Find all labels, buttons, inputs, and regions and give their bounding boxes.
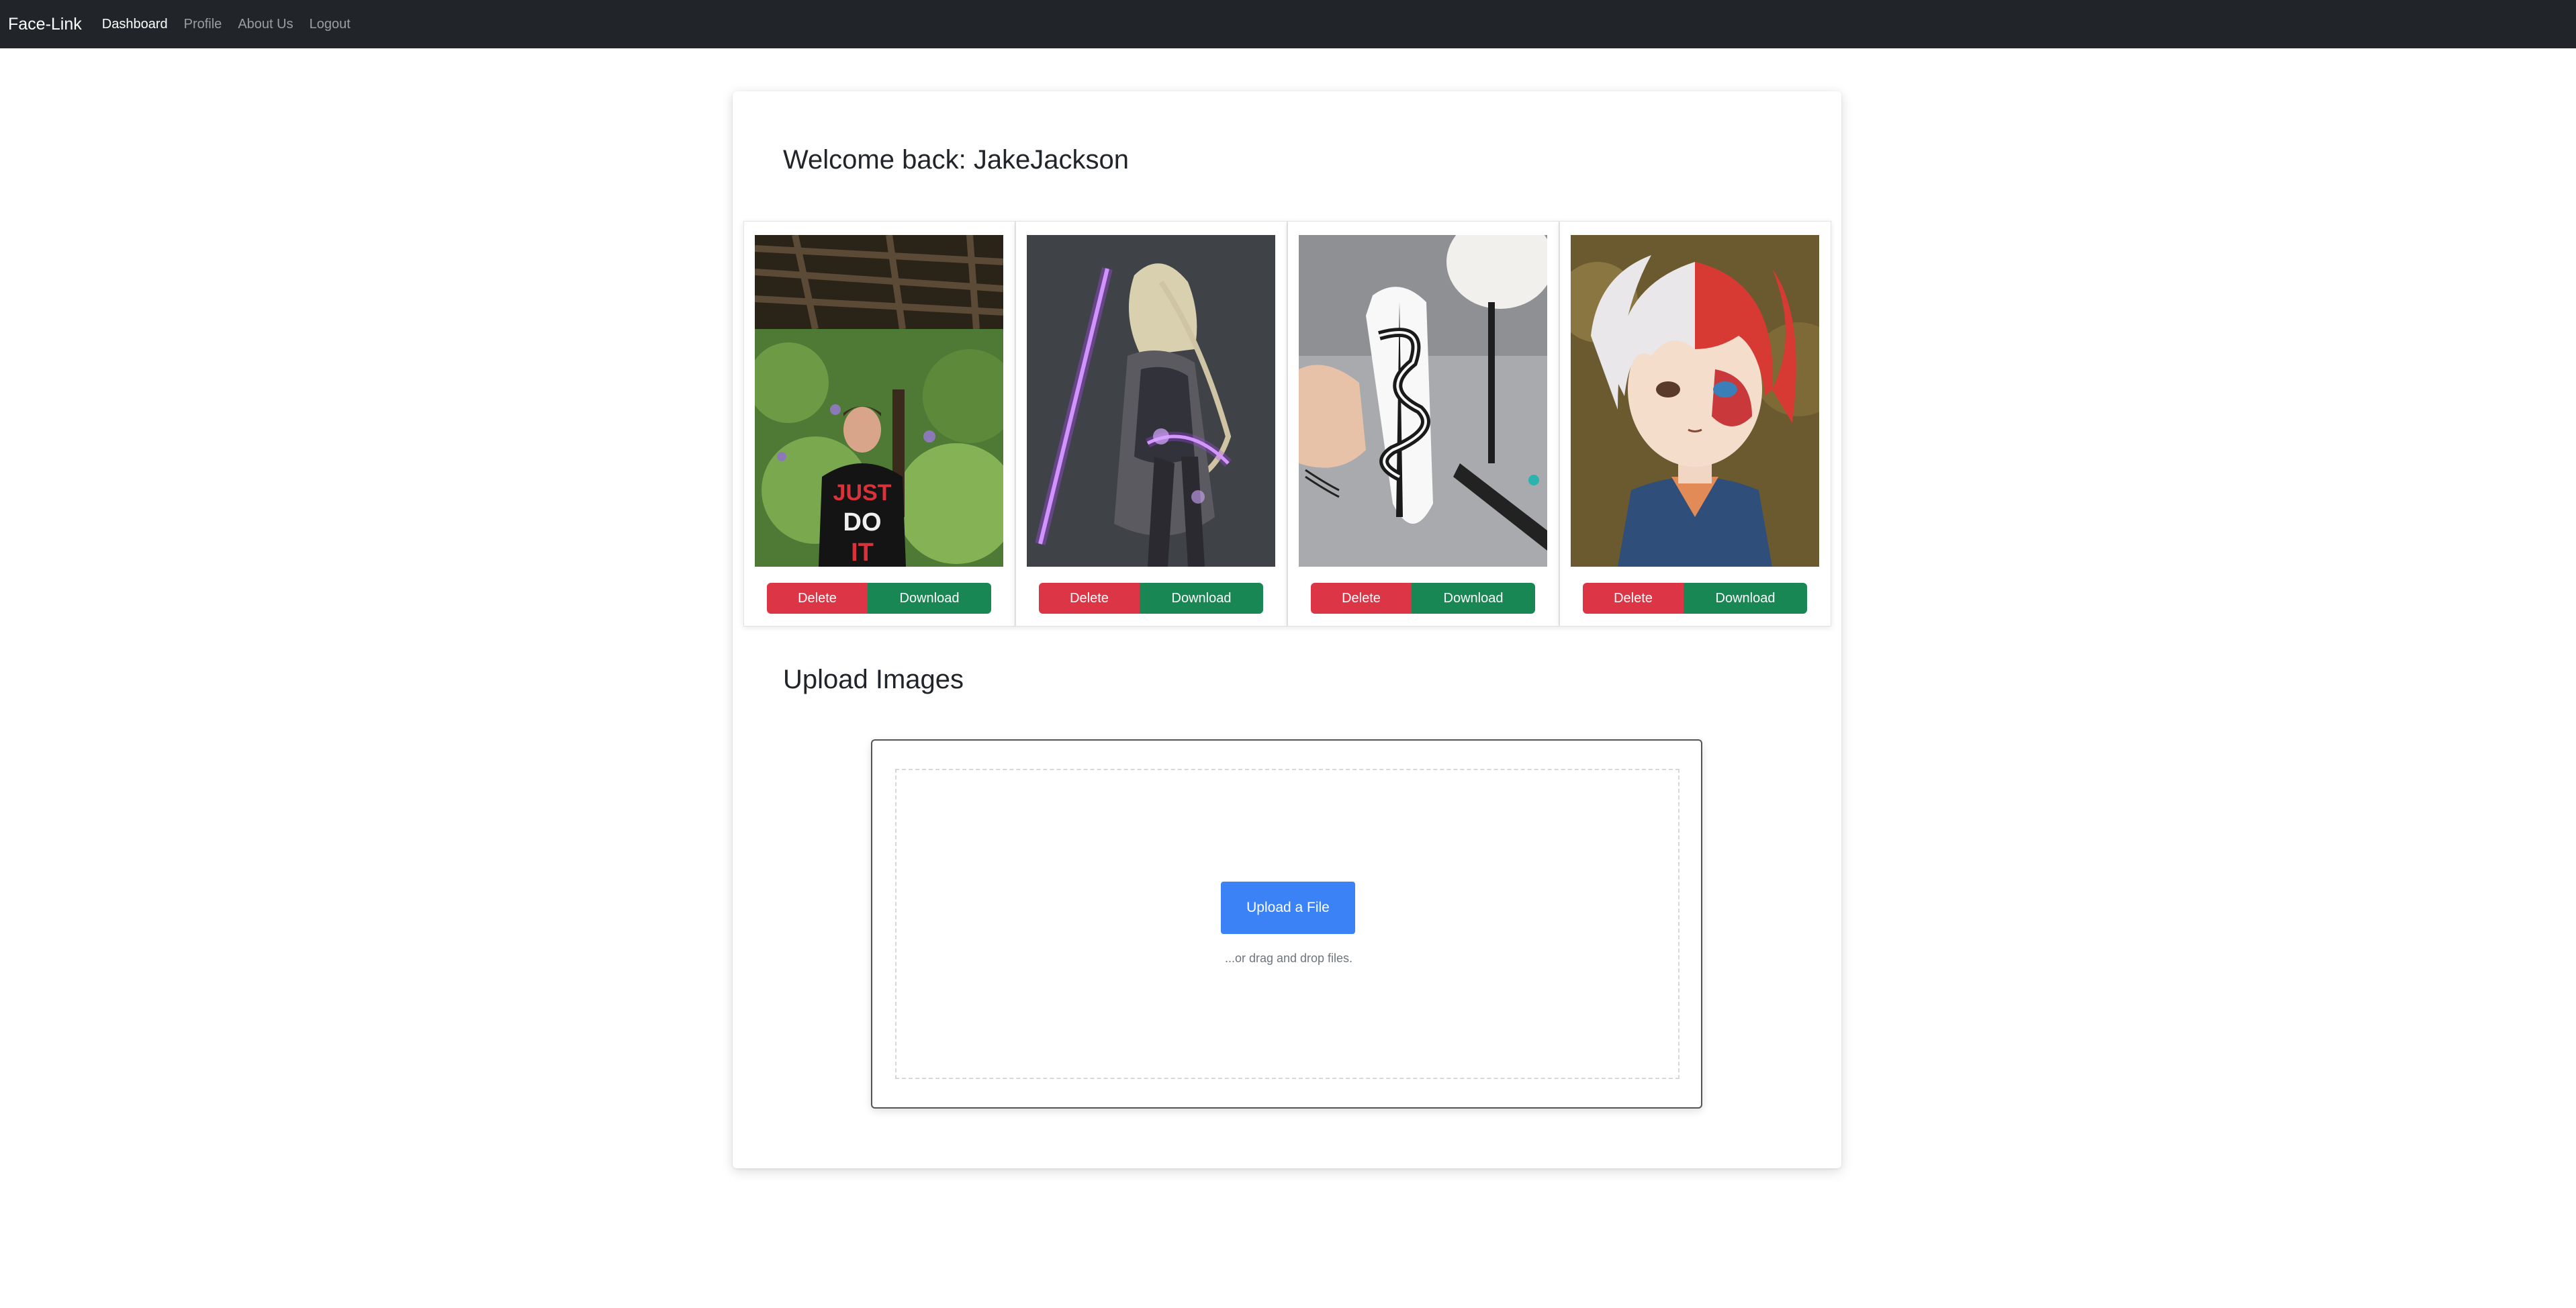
- svg-text:JUST: JUST: [833, 480, 892, 506]
- download-button[interactable]: Download: [1684, 583, 1807, 614]
- drag-drop-hint: ...or drag and drop files.: [1224, 951, 1353, 965]
- upload-file-button[interactable]: Upload a File: [1221, 882, 1355, 934]
- upload-heading: Upload Images: [783, 665, 964, 694]
- download-button[interactable]: Download: [1412, 583, 1535, 614]
- delete-button[interactable]: Delete: [1311, 583, 1412, 614]
- drop-zone[interactable]: Upload a File ...or drag and drop files.: [895, 769, 1680, 1079]
- delete-button[interactable]: Delete: [767, 583, 868, 614]
- image-actions: Delete Download: [1583, 583, 1807, 614]
- nav-profile[interactable]: Profile: [184, 17, 222, 32]
- image-thumbnail-person[interactable]: JUST DO IT: [755, 235, 1003, 567]
- image-actions: Delete Download: [1311, 583, 1535, 614]
- image-card: Delete Download: [1559, 221, 1831, 626]
- nav-logout[interactable]: Logout: [310, 17, 351, 32]
- nav-dashboard[interactable]: Dashboard: [102, 17, 168, 32]
- image-card: Delete Download: [1287, 221, 1559, 626]
- dashboard-card: Welcome back: JakeJackson JUST DO IT Del…: [733, 91, 1841, 1168]
- top-navbar: Face-Link Dashboard Profile About Us Log…: [0, 0, 2576, 48]
- welcome-prefix: Welcome back:: [783, 145, 974, 175]
- delete-button[interactable]: Delete: [1583, 583, 1684, 614]
- nav-about-us[interactable]: About Us: [238, 17, 293, 32]
- download-button[interactable]: Download: [868, 583, 991, 614]
- image-actions: Delete Download: [1039, 583, 1263, 614]
- image-card: Delete Download: [1015, 221, 1287, 626]
- delete-button[interactable]: Delete: [1039, 583, 1140, 614]
- image-card: JUST DO IT Delete Download: [743, 221, 1015, 626]
- image-actions: Delete Download: [767, 583, 991, 614]
- image-thumbnail-anime[interactable]: [1571, 235, 1819, 567]
- upload-panel: Upload a File ...or drag and drop files.: [871, 739, 1702, 1109]
- image-gallery: JUST DO IT Delete Download Delete Downlo…: [743, 221, 1831, 626]
- svg-text:DO: DO: [843, 508, 882, 536]
- image-thumbnail-drawing[interactable]: [1299, 235, 1547, 567]
- download-button[interactable]: Download: [1140, 583, 1263, 614]
- image-thumbnail-warrior[interactable]: [1027, 235, 1275, 567]
- welcome-heading: Welcome back: JakeJackson: [783, 145, 1129, 175]
- brand-logo[interactable]: Face-Link: [8, 15, 82, 34]
- username: JakeJackson: [973, 145, 1130, 175]
- svg-text:IT: IT: [851, 539, 874, 567]
